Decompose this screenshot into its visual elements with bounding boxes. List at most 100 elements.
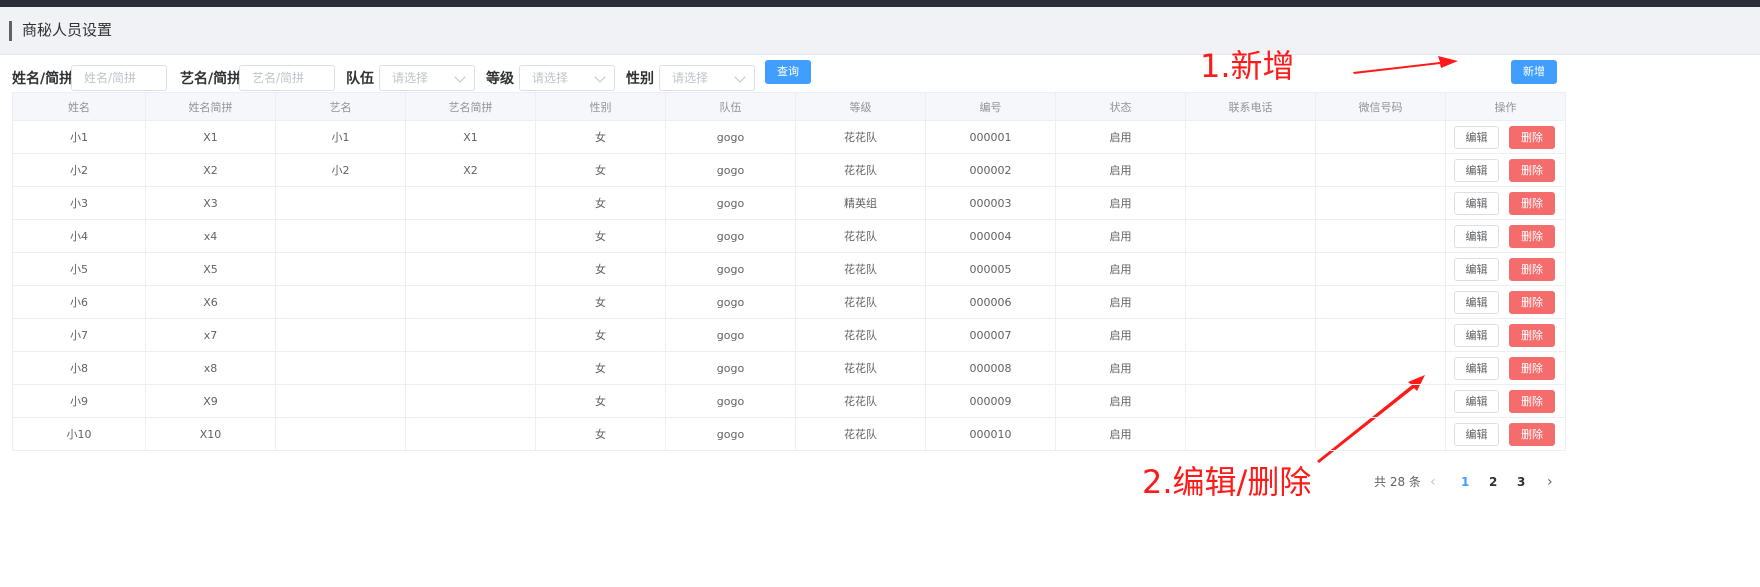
cell-status: 启用 [1055,351,1186,385]
cell-phone [1185,384,1316,418]
table-row: 小6 X6 女 gogo 花花队 000006 启用 编辑 删除 [12,285,1566,319]
edit-button[interactable]: 编辑 [1454,324,1499,347]
cell-name: 小6 [12,285,146,319]
cell-name: 小2 [12,153,146,187]
cell-team: gogo [665,252,796,286]
delete-button[interactable]: 删除 [1509,225,1555,248]
cell-number: 000008 [925,351,1056,385]
delete-button[interactable]: 删除 [1509,357,1555,380]
cell-phone [1185,285,1316,319]
cell-phone [1185,351,1316,385]
cell-team: gogo [665,186,796,220]
table-row: 小7 x7 女 gogo 花花队 000007 启用 编辑 删除 [12,318,1566,352]
row-actions: 编辑 删除 [1446,253,1565,285]
staff-table: 姓名 姓名简拼 艺名 艺名简拼 性别 队伍 等级 编号 状态 联系电话 微信号码 操作 小1 X1 小1 X… [12,92,1566,451]
edit-button[interactable]: 编辑 [1454,258,1499,281]
page-3-button[interactable]: 3 [1517,472,1525,492]
cell-team: gogo [665,219,796,253]
cell-name: 小3 [12,186,146,220]
cell-stage-name [275,219,406,253]
cell-level: 精英组 [795,186,926,220]
row-actions: 编辑 删除 [1446,385,1565,417]
edit-button[interactable]: 编辑 [1454,357,1499,380]
cell-phone [1185,120,1316,154]
next-page-icon[interactable]: › [1547,472,1553,492]
cell-actions: 编辑 删除 [1445,318,1566,352]
cell-actions: 编辑 删除 [1445,285,1566,319]
cell-level: 花花队 [795,351,926,385]
page-1-button[interactable]: 1 [1461,472,1469,492]
cell-actions: 编辑 删除 [1445,186,1566,220]
table-row: 小3 X3 女 gogo 精英组 000003 启用 编辑 删除 [12,186,1566,220]
cell-stage-name [275,384,406,418]
cell-actions: 编辑 删除 [1445,219,1566,253]
delete-button[interactable]: 删除 [1509,390,1555,413]
column-header-phone: 联系电话 [1185,92,1316,121]
cell-team: gogo [665,153,796,187]
delete-button[interactable]: 删除 [1509,324,1555,347]
cell-stage-pinyin [405,285,536,319]
cell-stage-pinyin: X1 [405,120,536,154]
table-row: 小10 X10 女 gogo 花花队 000010 启用 编辑 删除 [12,417,1566,451]
cell-stage-name [275,351,406,385]
column-header-level: 等级 [795,92,926,121]
cell-stage-pinyin [405,219,536,253]
delete-button[interactable]: 删除 [1509,192,1555,215]
edit-button[interactable]: 编辑 [1454,225,1499,248]
delete-button[interactable]: 删除 [1509,159,1555,182]
cell-stage-name: 小2 [275,153,406,187]
delete-button[interactable]: 删除 [1509,126,1555,149]
cell-actions: 编辑 删除 [1445,384,1566,418]
cell-stage-name [275,252,406,286]
delete-button[interactable]: 删除 [1509,291,1555,314]
cell-name-pinyin: X3 [145,186,276,220]
cell-number: 000006 [925,285,1056,319]
cell-status: 启用 [1055,153,1186,187]
cell-number: 000007 [925,318,1056,352]
cell-name: 小4 [12,219,146,253]
edit-button[interactable]: 编辑 [1454,192,1499,215]
cell-team: gogo [665,120,796,154]
cell-team: gogo [665,384,796,418]
cell-wechat [1315,318,1446,352]
cell-level: 花花队 [795,285,926,319]
cell-wechat [1315,186,1446,220]
row-actions: 编辑 删除 [1446,418,1565,450]
cell-gender: 女 [535,120,666,154]
edit-button[interactable]: 编辑 [1454,390,1499,413]
edit-button[interactable]: 编辑 [1454,126,1499,149]
table-row: 小9 X9 女 gogo 花花队 000009 启用 编辑 删除 [12,384,1566,418]
cell-actions: 编辑 删除 [1445,351,1566,385]
cell-name: 小8 [12,351,146,385]
cell-actions: 编辑 删除 [1445,252,1566,286]
cell-wechat [1315,285,1446,319]
cell-gender: 女 [535,384,666,418]
cell-wechat [1315,219,1446,253]
prev-page-icon[interactable]: ‹ [1430,472,1436,492]
cell-name-pinyin: X10 [145,417,276,451]
cell-gender: 女 [535,153,666,187]
column-header-stage-pinyin: 艺名简拼 [405,92,536,121]
cell-name: 小7 [12,318,146,352]
table-row: 小1 X1 小1 X1 女 gogo 花花队 000001 启用 编辑 删除 [12,120,1566,154]
cell-level: 花花队 [795,120,926,154]
cell-stage-name [275,318,406,352]
delete-button[interactable]: 删除 [1509,258,1555,281]
cell-number: 000003 [925,186,1056,220]
column-header-stage-name: 艺名 [275,92,406,121]
cell-wechat [1315,384,1446,418]
cell-name-pinyin: X1 [145,120,276,154]
cell-gender: 女 [535,186,666,220]
cell-status: 启用 [1055,219,1186,253]
edit-button[interactable]: 编辑 [1454,159,1499,182]
edit-button[interactable]: 编辑 [1454,423,1499,446]
cell-actions: 编辑 删除 [1445,153,1566,187]
cell-gender: 女 [535,219,666,253]
edit-button[interactable]: 编辑 [1454,291,1499,314]
cell-number: 000004 [925,219,1056,253]
delete-button[interactable]: 删除 [1509,423,1555,446]
cell-actions: 编辑 删除 [1445,417,1566,451]
cell-level: 花花队 [795,384,926,418]
cell-gender: 女 [535,417,666,451]
page-2-button[interactable]: 2 [1489,472,1497,492]
